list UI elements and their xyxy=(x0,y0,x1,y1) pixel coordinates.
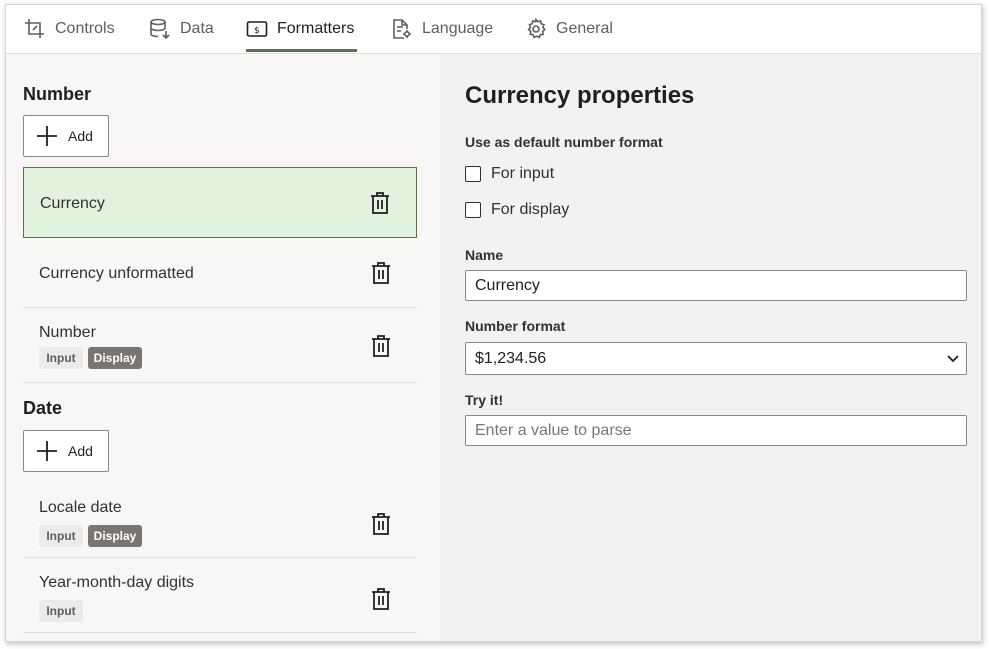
tab-label: Formatters xyxy=(277,20,355,37)
name-input-value: Currency xyxy=(475,276,540,294)
tab-language[interactable]: Language xyxy=(391,5,493,53)
formatter-item-year-month-day-digits[interactable]: Year-month-day digits Input xyxy=(23,558,417,633)
trash-icon[interactable] xyxy=(371,335,391,357)
trash-icon[interactable] xyxy=(371,262,391,284)
svg-text:$: $ xyxy=(254,26,260,36)
gear-icon xyxy=(527,18,546,39)
number-format-select[interactable]: $1,234.56 xyxy=(465,342,967,375)
name-input[interactable]: Currency xyxy=(465,270,967,301)
plus-icon xyxy=(37,126,57,146)
checkbox-box[interactable] xyxy=(465,166,481,182)
add-button-label: Add xyxy=(68,443,93,459)
formatter-item-number[interactable]: Number Input Display xyxy=(23,308,417,383)
tab-data[interactable]: Data xyxy=(149,5,214,53)
checkbox-label: For input xyxy=(491,165,555,182)
settings-panel: Controls Data $ Formatters Language Gene… xyxy=(5,4,982,642)
crop-icon xyxy=(25,19,44,38)
for-input-checkbox[interactable]: For input xyxy=(465,165,554,183)
formatter-item-currency-unformatted[interactable]: Currency unformatted xyxy=(23,238,417,308)
formatter-item-label: Currency unformatted xyxy=(39,265,194,282)
try-it-label: Try it! xyxy=(465,392,504,408)
formatter-item-label: Number xyxy=(39,324,96,341)
add-button-label: Add xyxy=(68,128,93,144)
number-format-selected-value: $1,234.56 xyxy=(475,349,547,367)
trash-icon[interactable] xyxy=(370,192,390,214)
formatter-item-currency[interactable]: Currency xyxy=(23,167,417,238)
tab-label: Controls xyxy=(55,20,115,37)
number-section-title: Number xyxy=(23,84,92,104)
display-badge: Display xyxy=(88,525,142,547)
active-tab-indicator xyxy=(246,49,357,52)
plus-icon xyxy=(37,441,57,461)
tab-formatters[interactable]: $ Formatters xyxy=(246,5,354,53)
input-badge: Input xyxy=(39,347,83,369)
try-it-input[interactable]: Enter a value to parse xyxy=(465,415,967,446)
tab-label: Data xyxy=(180,20,214,37)
formatter-item-label: Currency xyxy=(40,195,105,212)
tab-controls[interactable]: Controls xyxy=(24,5,115,53)
formatter-item-locale-date[interactable]: Locale date Input Display xyxy=(23,483,417,558)
name-label: Name xyxy=(465,247,504,263)
database-icon xyxy=(150,18,170,40)
tab-general[interactable]: General xyxy=(525,5,613,53)
add-date-formatter-button[interactable]: Add xyxy=(23,430,109,472)
date-section-title: Date xyxy=(23,398,63,418)
chevron-down-icon xyxy=(947,355,959,363)
input-badge: Input xyxy=(39,525,83,547)
properties-panel: Currency properties Use as default numbe… xyxy=(440,54,981,641)
properties-title: Currency properties xyxy=(465,82,695,109)
formatters-list: Number Add Currency Currency unformatted… xyxy=(6,54,440,641)
checkbox-box[interactable] xyxy=(465,202,481,218)
tab-label: General xyxy=(556,20,613,37)
formatter-item-label: Year-month-day digits xyxy=(39,574,195,591)
checkbox-label: For display xyxy=(491,201,570,218)
document-settings-icon xyxy=(393,19,411,39)
trash-icon[interactable] xyxy=(371,513,391,535)
number-format-label: Number format xyxy=(465,318,566,334)
tab-bar: Controls Data $ Formatters Language Gene… xyxy=(6,5,981,54)
currency-format-icon: $ xyxy=(246,21,268,37)
for-display-checkbox[interactable]: For display xyxy=(465,201,569,219)
input-badge: Input xyxy=(39,600,83,622)
trash-icon[interactable] xyxy=(371,588,391,610)
tab-label: Language xyxy=(422,20,494,37)
default-format-label: Use as default number format xyxy=(465,134,663,150)
add-number-formatter-button[interactable]: Add xyxy=(23,115,109,157)
display-badge: Display xyxy=(88,347,142,369)
try-it-placeholder: Enter a value to parse xyxy=(475,421,632,439)
formatter-item-label: Locale date xyxy=(39,499,122,516)
